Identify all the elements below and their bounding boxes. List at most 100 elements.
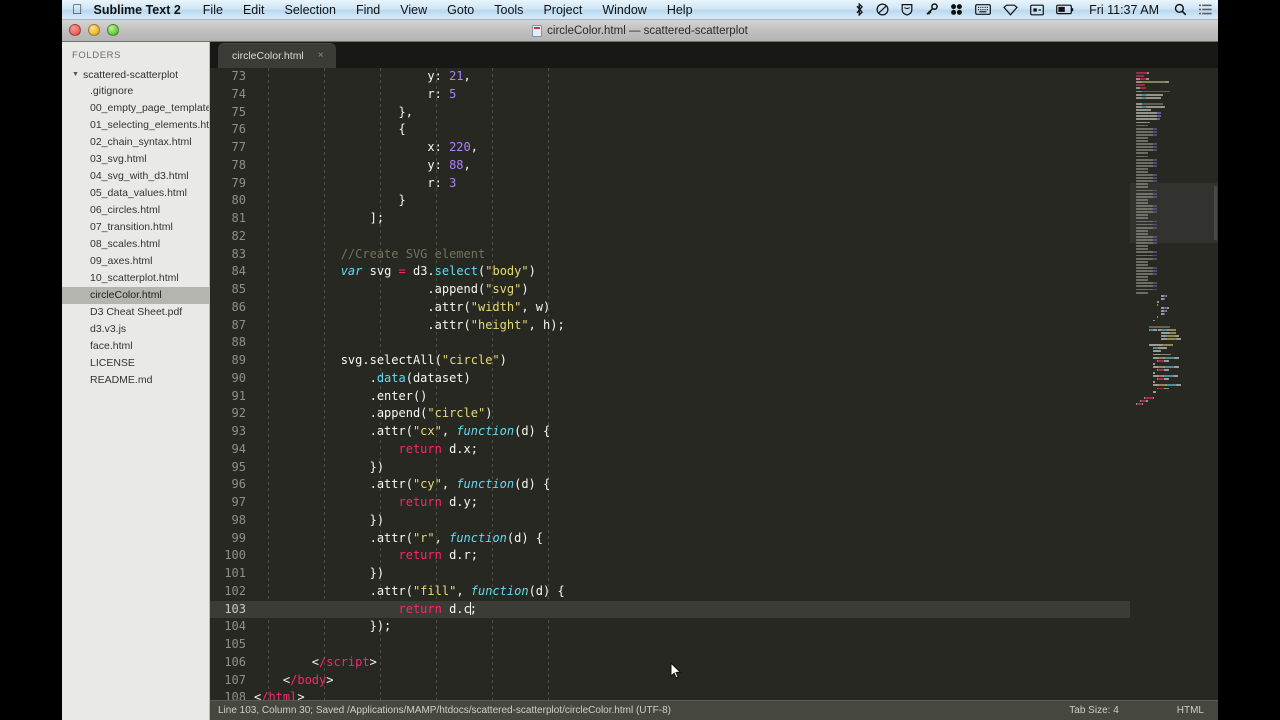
code-minimap[interactable] [1130,68,1218,700]
code-line[interactable]: return d.y; [252,494,1218,512]
menu-item-edit[interactable]: Edit [233,3,275,17]
sidebar-file-08-scales[interactable]: 08_scales.html [62,236,209,253]
status-syntax[interactable]: HTML [1177,705,1204,716]
code-line[interactable]: r: 3 [252,175,1218,193]
sidebar-file-00-empty-page[interactable]: 00_empty_page_template.html [62,100,209,117]
spotlight-search-icon[interactable] [1168,3,1193,16]
code-line[interactable]: .attr("r", function(d) { [252,530,1218,548]
code-line[interactable]: y: 21, [252,68,1218,86]
code-line[interactable]: y: 88, [252,157,1218,175]
chevron-down-icon[interactable]: ▼ [72,71,79,78]
shield-icon[interactable] [895,3,919,16]
diamond-icon[interactable] [997,4,1024,16]
code-token: .attr( [254,477,413,492]
sidebar-file-04-svg-with-d3[interactable]: 04_svg_with_d3.html [62,168,209,185]
code-line[interactable]: }) [252,512,1218,530]
sidebar-file-10-scatterplot[interactable]: 10_scatterplot.html [62,270,209,287]
sidebar-file-face[interactable]: face.html [62,338,209,355]
code-token: select [434,264,479,279]
code-line[interactable]: }, [252,104,1218,122]
zoom-button[interactable] [107,24,119,36]
close-icon[interactable]: × [318,50,324,61]
key-icon[interactable] [919,3,944,16]
minimize-button[interactable] [88,24,100,36]
sidebar-file-gitignore[interactable]: .gitignore [62,83,209,100]
code-line[interactable]: } [252,192,1218,210]
display-icon[interactable] [1024,4,1050,16]
menu-item-tools[interactable]: Tools [484,3,533,17]
code-line[interactable]: }) [252,459,1218,477]
menu-item-find[interactable]: Find [346,3,390,17]
grid-icon[interactable] [944,3,969,16]
code-line[interactable]: .enter() [252,388,1218,406]
menu-item-goto[interactable]: Goto [437,3,484,17]
code-line[interactable]: .attr("width", w) [252,299,1218,317]
sidebar-file-06-circles[interactable]: 06_circles.html [62,202,209,219]
code-line[interactable]: return d.x; [252,441,1218,459]
sidebar-file-05-data-values[interactable]: 05_data_values.html [62,185,209,202]
code-editor[interactable]: 73 74 75 76 77 78 79 80 81 82 83 84 85 86 87 88 89 90 91 92… [210,68,1218,700]
dropbox-icon[interactable] [870,3,895,16]
keyboard-icon[interactable] [969,4,997,15]
sidebar-file-license[interactable]: LICENSE [62,355,209,372]
menu-item-selection[interactable]: Selection [275,3,346,17]
sidebar-file-03-svg[interactable]: 03_svg.html [62,151,209,168]
apple-logo-icon[interactable]:  [62,2,94,16]
minimap-scrollbar[interactable] [1214,186,1217,240]
menu-item-project[interactable]: Project [533,3,592,17]
code-line[interactable]: return d.r; [252,547,1218,565]
code-line[interactable] [252,636,1218,654]
close-button[interactable] [69,24,81,36]
notification-center-icon[interactable] [1193,4,1218,15]
code-line[interactable]: var svg = d3.select("body") [252,263,1218,281]
code-line[interactable]: }); [252,618,1218,636]
status-tab-size[interactable]: Tab Size: 4 [1069,705,1118,716]
code-line[interactable]: .data(dataset) [252,370,1218,388]
sidebar-file-tree[interactable]: FOLDERS ▼ scattered-scatterplot .gitigno… [62,42,210,720]
code-line[interactable]: //Create SVG element [252,246,1218,264]
code-line[interactable]: .attr("cx", function(d) { [252,423,1218,441]
sidebar-folder-root[interactable]: ▼ scattered-scatterplot [62,67,209,83]
battery-icon[interactable] [1050,4,1080,15]
menu-app-name[interactable]: Sublime Text 2 [94,3,193,17]
line-number: 107 [224,672,246,687]
code-line[interactable]: .append("svg") [252,281,1218,299]
code-line[interactable]: </script> [252,654,1218,672]
line-number: 85 [231,282,246,296]
menu-item-help[interactable]: Help [657,3,703,17]
code-content[interactable]: y: 21, r: 5 }, { x: 220, y: 88, r: 3 }]… [252,68,1218,700]
sidebar-file-09-axes[interactable]: 09_axes.html [62,253,209,270]
code-line[interactable]: return d.c; [252,600,1218,619]
code-line[interactable]: .append("circle") [252,405,1218,423]
code-line[interactable]: .attr("cy", function(d) { [252,476,1218,494]
menu-item-view[interactable]: View [390,3,437,17]
code-line[interactable]: .attr("fill", function(d) { [252,583,1218,601]
sidebar-file-readme[interactable]: README.md [62,372,209,389]
code-line[interactable]: svg.selectAll("circle") [252,352,1218,370]
bluetooth-icon[interactable] [849,3,870,16]
code-line[interactable]: { [252,121,1218,139]
code-token: .append( [254,406,428,421]
sidebar-file-d3-cheat-sheet[interactable]: D3 Cheat Sheet.pdf [62,304,209,321]
code-line[interactable]: r: 5 [252,86,1218,104]
code-line[interactable]: .attr("height", h); [252,317,1218,335]
sidebar-file-07-transition[interactable]: 07_transition.html [62,219,209,236]
menu-item-window[interactable]: Window [592,3,656,17]
sidebar-file-d3-v3-js[interactable]: d3.v3.js [62,321,209,338]
code-line[interactable]: ]; [252,210,1218,228]
code-line[interactable]: x: 220, [252,139,1218,157]
code-line[interactable] [252,334,1218,352]
menubar-clock[interactable]: Fri 11:37 AM [1080,3,1168,17]
code-line[interactable]: </html> [252,689,1218,700]
code-line[interactable] [252,228,1218,246]
sidebar-file-02-chain-syntax[interactable]: 02_chain_syntax.html [62,134,209,151]
menu-item-file[interactable]: File [193,3,233,17]
sidebar-file-circlecolor[interactable]: circleColor.html [62,287,209,304]
code-line[interactable]: </body> [252,672,1218,690]
sidebar-file-01-selecting[interactable]: 01_selecting_elements.html [62,117,209,134]
tab-circlecolor-html[interactable]: circleColor.html × [218,43,336,68]
code-line[interactable]: }) [252,565,1218,583]
